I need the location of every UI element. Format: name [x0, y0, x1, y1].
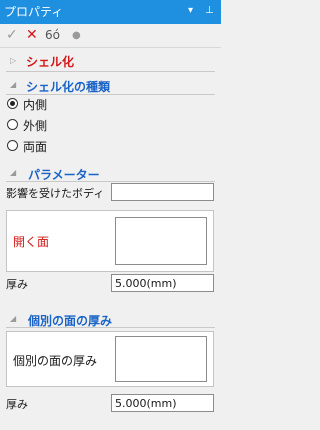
- open-face-box: 開く面: [6, 210, 214, 272]
- individual-thickness-input[interactable]: 5.000(mm): [111, 394, 214, 412]
- open-face-label: 開く面: [13, 235, 50, 249]
- ok-check-icon[interactable]: ✓: [6, 26, 18, 44]
- radio-outside-label: 外側: [23, 119, 48, 133]
- radio-outside[interactable]: [7, 119, 18, 130]
- shell-divider: [6, 71, 215, 72]
- affected-body-field[interactable]: [111, 183, 214, 201]
- thickness-label: 厚み: [6, 278, 28, 291]
- parameters-caret-icon[interactable]: ◢: [10, 168, 16, 177]
- status-dot-icon: ●: [72, 30, 81, 41]
- radio-both-label: 両面: [23, 140, 48, 154]
- panel-toolbar: ✓ ✕ 6ó ●: [0, 24, 221, 48]
- toolbar-divider: [0, 47, 221, 48]
- radio-inside[interactable]: [7, 98, 18, 109]
- individual-divider: [6, 327, 215, 328]
- cancel-x-icon[interactable]: ✕: [26, 26, 38, 44]
- individual-faces-selection-list[interactable]: [115, 336, 207, 382]
- individual-faces-label: 個別の面の厚み: [13, 354, 98, 368]
- preview-glasses-icon[interactable]: 6ó: [45, 26, 60, 44]
- thickness-input[interactable]: 5.000(mm): [111, 274, 214, 292]
- parameters-divider: [6, 181, 215, 182]
- radio-inside-label: 内側: [23, 98, 48, 112]
- shell-collapse-caret-icon[interactable]: ▷: [10, 56, 16, 65]
- shell-type-caret-icon[interactable]: ◢: [10, 80, 16, 89]
- panel-title: プロパティ: [4, 5, 64, 19]
- open-face-selection-list[interactable]: [115, 217, 207, 265]
- radio-both[interactable]: [7, 140, 18, 151]
- shell-type-heading: シェル化の種類: [26, 80, 111, 94]
- individual-faces-box: 個別の面の厚み: [6, 331, 214, 387]
- pin-icon[interactable]: ⊥: [205, 4, 214, 18]
- individual-thickness-label: 厚み: [6, 398, 28, 411]
- radio-selected-dot: [10, 101, 15, 106]
- individual-caret-icon[interactable]: ◢: [10, 314, 16, 323]
- panel-menu-icon[interactable]: ▾: [188, 4, 193, 18]
- affected-body-label: 影響を受けたボディ: [6, 187, 105, 200]
- shell-heading: シェル化: [26, 55, 75, 69]
- panel-titlebar: プロパティ ▾ ⊥: [0, 0, 221, 24]
- shell-type-divider: [6, 94, 215, 95]
